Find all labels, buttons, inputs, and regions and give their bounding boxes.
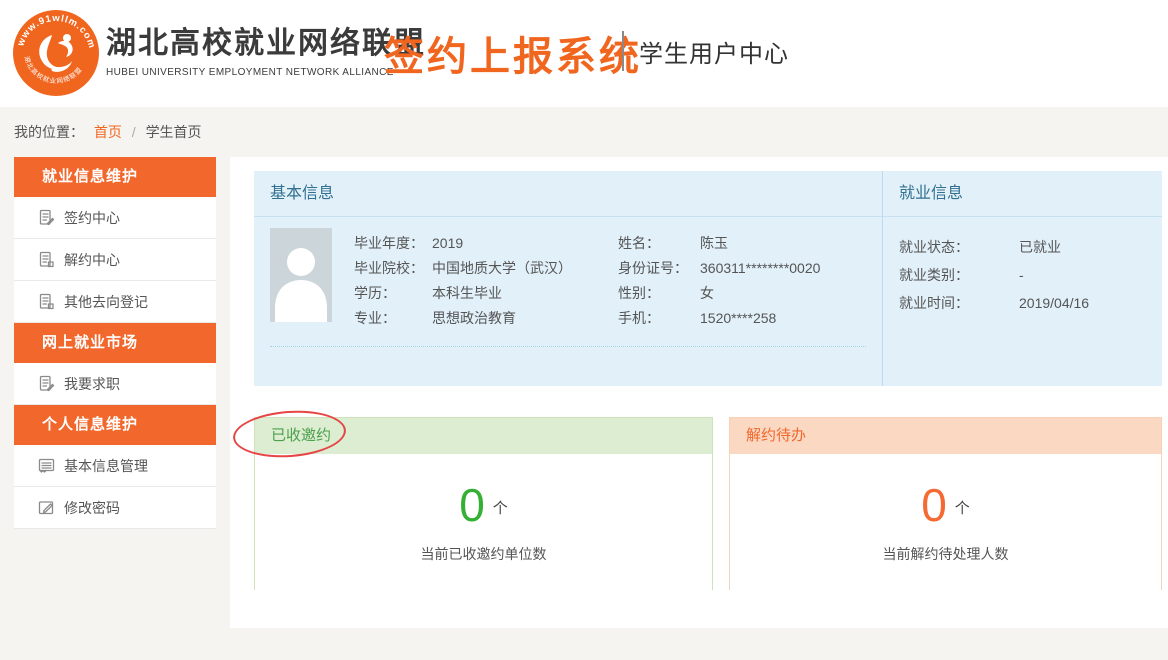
field-label: 手机： [618,306,700,331]
field-value-employment-type: - [1019,261,1024,289]
field-row: 学历： 本科生毕业 性别： 女 [354,281,820,306]
basic-info-panel: 基本信息 毕业年度： 2019 姓名： 陈玉 [254,171,882,386]
sidebar-section-job-market: 网上就业市场 [14,323,216,363]
field-label: 就业时间： [899,289,1019,317]
employment-info-fields: 就业状态： 已就业 就业类别： - 就业时间： 2019/04/16 [883,217,1162,317]
field-value-university: 中国地质大学（武汉） [432,256,600,281]
dotted-divider [270,346,866,347]
header-divider [622,31,624,71]
sidebar-item-sign-center[interactable]: 签约中心 [14,197,216,239]
terminations-count: 0 [921,479,947,531]
invitations-count: 0 [459,479,485,531]
invitations-caption: 当前已收邀约单位数 [255,544,712,564]
field-row: 就业状态： 已就业 [899,233,1162,261]
invitations-card[interactable]: 已收邀约 0个 当前已收邀约单位数 [254,417,713,590]
sidebar-item-job-seeking[interactable]: 我要求职 [14,363,216,405]
breadcrumb-prefix: 我的位置： [14,124,84,140]
system-title: 签约上报系统 [384,24,642,82]
doc-square-icon [38,293,55,310]
field-value-employment-status: 已就业 [1019,233,1061,261]
field-value-gender: 女 [700,281,714,306]
field-value-id-number: 360311********0020 [700,256,820,281]
breadcrumb: 我的位置： 首页 / 学生首页 [14,122,202,142]
field-label: 身份证号： [618,256,700,281]
org-subtitle: HUBEI UNIVERSITY EMPLOYMENT NETWORK ALLI… [106,67,426,78]
field-label: 学历： [354,281,432,306]
invitations-card-title: 已收邀约 [255,418,712,454]
field-label: 姓名： [618,231,700,256]
terminations-count-unit: 个 [955,500,970,517]
sidebar-item-label: 基本信息管理 [64,456,148,476]
alliance-logo: www.91wllm.com 湖北高校就业网络联盟 [12,9,100,97]
terminations-caption: 当前解约待处理人数 [730,544,1161,564]
field-row: 就业类别： - [899,261,1162,289]
field-label: 专业： [354,306,432,331]
list-icon [38,457,55,474]
field-row: 毕业年度： 2019 姓名： 陈玉 [354,231,820,256]
app-header: www.91wllm.com 湖北高校就业网络联盟 湖北高校就业网络联盟 HUB… [0,0,1168,107]
sidebar-item-terminate-center[interactable]: 解约中心 [14,239,216,281]
field-label: 毕业年度： [354,231,432,256]
sidebar-item-other-destination[interactable]: 其他去向登记 [14,281,216,323]
field-row: 就业时间： 2019/04/16 [899,289,1162,317]
sidebar-item-change-password[interactable]: 修改密码 [14,487,216,529]
doc-pen-icon [38,209,55,226]
field-value-name: 陈玉 [700,231,728,256]
alliance-logo-icon: www.91wllm.com 湖北高校就业网络联盟 [12,9,100,97]
field-value-phone: 1520****258 [700,306,776,331]
doc-square-icon [38,251,55,268]
field-label: 性别： [618,281,700,306]
field-value-degree: 本科生毕业 [432,281,600,306]
portal-title: 学生用户中心 [639,34,789,69]
sidebar-item-label: 签约中心 [64,208,120,228]
breadcrumb-current: 学生首页 [146,124,202,140]
sidebar-item-label: 修改密码 [64,498,120,518]
field-row: 专业： 思想政治教育 手机： 1520****258 [354,306,820,331]
field-value-graduation-year: 2019 [432,231,600,256]
field-value-major: 思想政治教育 [432,306,600,331]
edit-square-icon [38,499,55,516]
field-label: 就业类别： [899,261,1019,289]
sidebar-item-label: 我要求职 [64,374,120,394]
invitations-count-unit: 个 [493,500,508,517]
basic-info-title: 基本信息 [254,171,882,217]
breadcrumb-separator: / [132,124,136,140]
sidebar-section-employment-info: 就业信息维护 [14,157,216,197]
breadcrumb-home-link[interactable]: 首页 [94,124,122,140]
sidebar-nav: 就业信息维护 签约中心 解约中心 其他去向登记 网上就业市场 我要求职 个人信息… [14,157,216,529]
main-content: 基本信息 毕业年度： 2019 姓名： 陈玉 [230,157,1168,628]
sidebar-item-label: 其他去向登记 [64,292,148,312]
doc-pen-icon [38,375,55,392]
employment-info-panel: 就业信息 就业状态： 已就业 就业类别： - 就业时间： 2019/04/16 [882,171,1162,386]
org-title: 湖北高校就业网络联盟 [106,27,426,61]
sidebar-item-basic-info-management[interactable]: 基本信息管理 [14,445,216,487]
terminations-card-title: 解约待办 [730,418,1161,454]
field-value-employment-date: 2019/04/16 [1019,289,1089,317]
sidebar-item-label: 解约中心 [64,250,120,270]
student-avatar [270,228,332,322]
field-label: 就业状态： [899,233,1019,261]
basic-info-fields: 毕业年度： 2019 姓名： 陈玉 毕业院校： 中国地质大学（武汉） 身份证号：… [354,231,820,331]
field-row: 毕业院校： 中国地质大学（武汉） 身份证号： 360311********002… [354,256,820,281]
field-label: 毕业院校： [354,256,432,281]
employment-info-title: 就业信息 [883,171,1162,217]
sidebar-section-personal-info: 个人信息维护 [14,405,216,445]
terminations-card[interactable]: 解约待办 0个 当前解约待处理人数 [729,417,1162,590]
